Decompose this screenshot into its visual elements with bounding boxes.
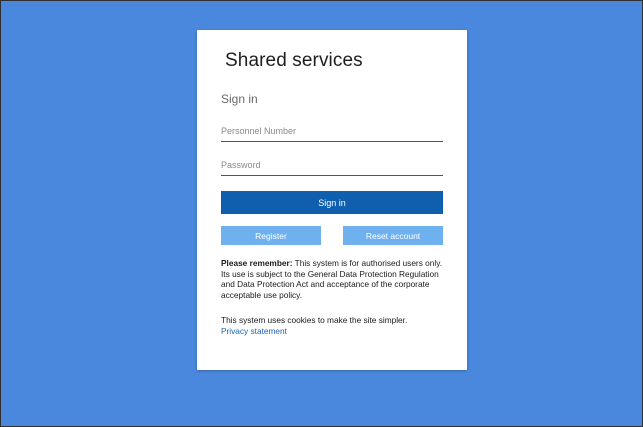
- page-title: Shared services: [225, 50, 363, 71]
- personnel-number-input[interactable]: [221, 120, 443, 142]
- sign-in-button[interactable]: Sign in: [221, 191, 443, 214]
- login-card: Shared services Sign in Sign in Register…: [197, 30, 467, 370]
- notice-bold-prefix: Please remember:: [221, 258, 293, 268]
- sign-in-heading: Sign in: [221, 92, 258, 106]
- usage-notice: Please remember: This system is for auth…: [221, 258, 443, 300]
- page-background: Shared services Sign in Sign in Register…: [0, 0, 643, 427]
- reset-account-button[interactable]: Reset account: [343, 226, 443, 245]
- password-input[interactable]: [221, 154, 443, 176]
- register-button[interactable]: Register: [221, 226, 321, 245]
- cookie-text: This system uses cookies to make the sit…: [221, 315, 408, 325]
- cookie-notice: This system uses cookies to make the sit…: [221, 315, 443, 336]
- privacy-statement-link[interactable]: Privacy statement: [221, 326, 443, 337]
